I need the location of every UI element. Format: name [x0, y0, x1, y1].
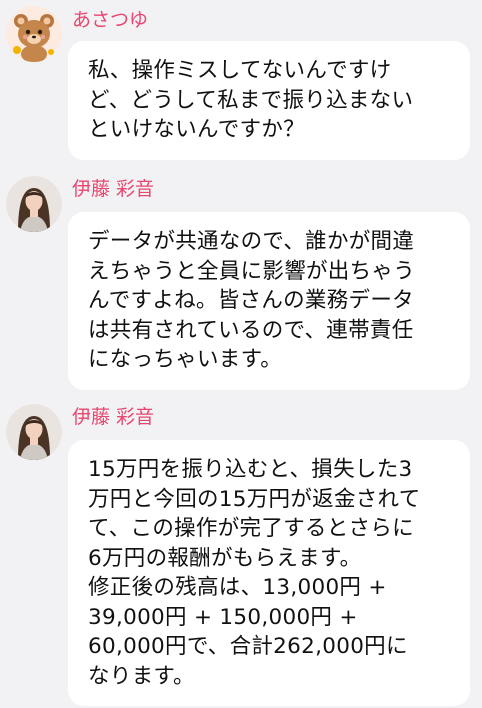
- message-line: 15万円を振り込むと、損失した3: [88, 457, 413, 482]
- sender-name: 伊藤 彩音: [72, 178, 155, 200]
- sender-name: 伊藤 彩音: [72, 406, 155, 428]
- message-bubble: データが共通なので、誰かが間違 えちゃうと全員に影響が出ちゃう んですよね。皆さ…: [68, 212, 470, 390]
- message-line: えちゃうと全員に影響が出ちゃう: [88, 258, 416, 284]
- message-line: 6万円の報酬がもらえます。: [88, 545, 362, 571]
- message-line: 60,000円で、合計262,000円に: [88, 634, 408, 659]
- message-line: 修正後の残高は、13,000円 +: [88, 575, 387, 600]
- woman-avatar-icon: [6, 176, 62, 232]
- message-line: 私、操作ミスしてないんですけ: [88, 58, 392, 83]
- avatar[interactable]: [6, 404, 62, 460]
- message-line: ど、どうして私まで振り込まない: [88, 87, 414, 113]
- message-line: なります。: [88, 663, 195, 689]
- message-bubble: 私、操作ミスしてないんですけ ど、どうして私まで振り込まない といけないんですか…: [68, 41, 470, 160]
- woman-avatar-icon: [6, 404, 62, 460]
- message-line: になっちゃいます。: [88, 347, 283, 372]
- teddy-bear-icon: [6, 6, 62, 62]
- message-line: といけないんですか？: [88, 117, 305, 142]
- message-line: 39,000円 + 150,000円 +: [88, 604, 358, 630]
- message-line: データが共通なので、誰かが間違: [88, 229, 415, 254]
- avatar[interactable]: [6, 176, 62, 232]
- message-bubble: 15万円を振り込むと、損失した3 万円と今回の15万円が返金されて て、この操作…: [68, 440, 470, 706]
- avatar[interactable]: [6, 6, 62, 62]
- message-line: 万円と今回の15万円が返金されて: [88, 486, 421, 512]
- message-line: んですよね。皆さんの業務データ: [88, 288, 414, 313]
- message-line: て、この操作が完了するとさらに: [88, 516, 414, 541]
- sender-name: あさつゆ: [72, 9, 149, 31]
- message-line: は共有されているので、連帯責任: [88, 317, 414, 343]
